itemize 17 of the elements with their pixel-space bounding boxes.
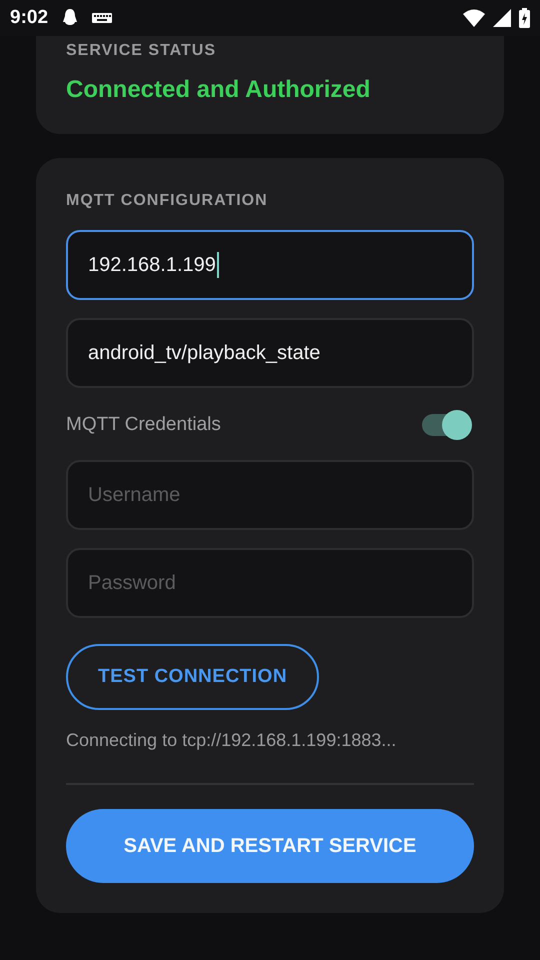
input-field[interactable]: android_tv/playback_state [66, 318, 474, 388]
save-button[interactable]: SAVE AND RESTART SERVICE [66, 809, 474, 883]
credentials-label: MQTT Credentials [66, 414, 221, 436]
wifi-icon [463, 9, 485, 27]
section-heading: SERVICE STATUS [66, 42, 218, 60]
battery-icon [519, 8, 530, 28]
status-text: Connected and Authorized [66, 76, 372, 104]
penguin-icon [62, 8, 78, 28]
section-heading: MQTT CONFIGURATION [66, 192, 269, 210]
input-field[interactable]: 192.168.1.199 [66, 230, 474, 300]
input-field[interactable]: Username [66, 460, 474, 530]
keyboard-icon [92, 12, 112, 24]
status-time: 9:02 [10, 7, 48, 29]
connection-message: Connecting to tcp://192.168.1.199:1883... [66, 730, 398, 751]
input-field[interactable]: Password [66, 548, 474, 618]
signal-icon [493, 9, 511, 27]
test-connection-button[interactable]: TEST CONNECTION [66, 644, 320, 710]
